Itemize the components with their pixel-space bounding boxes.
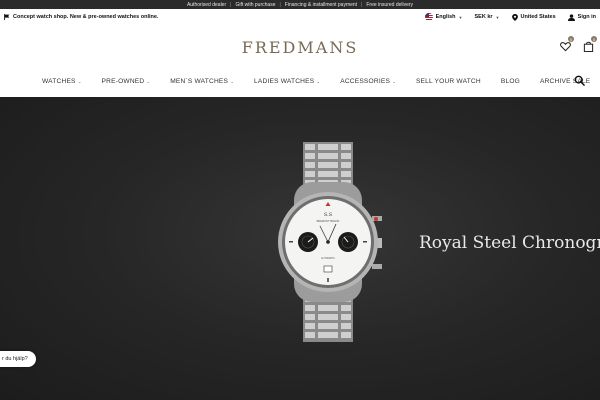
chevron-down-icon: ▼: [495, 14, 500, 20]
shopping-bag-icon: [583, 41, 594, 53]
country-selector[interactable]: United States: [511, 13, 556, 21]
watch-image: S.S BREMONT BRAND AUTOMATIC: [278, 142, 382, 342]
announcement-item: Authorised dealer: [186, 1, 227, 8]
main-navigation: WATCHES ⌄ PRE-OWNED ⌄ MEN´S WATCHES ⌄ LA…: [0, 70, 600, 92]
nav-item-ladies-watches[interactable]: LADIES WATCHES ⌄: [254, 78, 320, 85]
dial-model: AUTOMATIC: [321, 257, 335, 260]
utility-controls: English ▼ SEK kr ▼ United States Sign in: [424, 13, 596, 21]
dial-logo: S.S: [324, 212, 333, 218]
wishlist-button[interactable]: 0: [560, 36, 574, 52]
cart-count-badge: 0: [591, 36, 597, 42]
separator: |: [230, 1, 232, 8]
chevron-down-icon: ⌄: [315, 78, 321, 84]
hero-title: Royal Steel Chronogra: [419, 233, 600, 253]
dial-brand: BREMONT BRAND: [317, 219, 340, 223]
currency-label: SEK kr: [474, 14, 493, 20]
nav-label: PRE-OWNED: [101, 77, 145, 85]
chevron-down-icon: ⌄: [391, 78, 396, 84]
language-selector[interactable]: English ▼: [424, 13, 463, 21]
brand-logo[interactable]: FREDMANS: [0, 38, 600, 57]
announcement-item: Financing & installment payment: [284, 1, 358, 8]
nav-item-sell-your-watch[interactable]: SELL YOUR WATCH: [416, 78, 481, 85]
promo-text: Concept watch shop. New & pre-owned watc…: [13, 14, 159, 20]
utility-bar: Concept watch shop. New & pre-owned watc…: [0, 9, 600, 25]
nav-label: ACCESSORIES: [340, 77, 391, 85]
separator: |: [279, 1, 281, 8]
user-icon: [567, 13, 575, 21]
chevron-down-icon: ⌄: [229, 78, 235, 84]
us-flag-icon: [424, 13, 433, 21]
heart-icon: [560, 42, 571, 52]
nav-label: WATCHES: [42, 77, 76, 85]
flag-icon: [4, 14, 10, 20]
language-label: English: [435, 14, 456, 20]
promo: Concept watch shop. New & pre-owned watc…: [4, 14, 158, 20]
nav-list: WATCHES ⌄ PRE-OWNED ⌄ MEN´S WATCHES ⌄ LA…: [42, 78, 600, 85]
nav-item-watches[interactable]: WATCHES ⌄: [42, 78, 82, 85]
cart-button[interactable]: 0: [583, 36, 597, 53]
search-icon[interactable]: [574, 75, 585, 86]
nav-item-pre-owned[interactable]: PRE-OWNED ⌄: [102, 78, 151, 85]
chevron-down-icon: ▼: [458, 14, 463, 20]
announcement-item: Gift with purchase: [235, 1, 276, 8]
wishlist-count-badge: 0: [568, 36, 574, 42]
announcement-bar: Authorised dealer | Gift with purchase |…: [0, 0, 600, 9]
header-icons: 0 0: [560, 36, 597, 53]
nav-label: MEN´S WATCHES: [170, 77, 229, 85]
currency-selector[interactable]: SEK kr ▼: [474, 14, 499, 20]
nav-label: LADIES WATCHES: [254, 77, 315, 85]
nav-label: SELL YOUR WATCH: [415, 77, 481, 85]
nav-item-mens-watches[interactable]: MEN´S WATCHES ⌄: [170, 78, 234, 85]
separator: |: [361, 1, 363, 8]
hero-banner[interactable]: S.S BREMONT BRAND AUTOMATIC Royal Steel …: [0, 97, 600, 400]
sign-in-link[interactable]: Sign in: [567, 13, 596, 21]
help-label: r du hjälp?: [2, 356, 28, 362]
sign-in-label: Sign in: [577, 14, 596, 20]
announcement-item: Free insured delivery: [366, 1, 414, 8]
chevron-down-icon: ⌄: [145, 78, 151, 84]
chevron-down-icon: ⌄: [76, 78, 82, 84]
location-pin-icon: [511, 13, 518, 21]
country-label: United States: [520, 14, 556, 20]
nav-label: BLOG: [500, 77, 520, 85]
nav-item-blog[interactable]: BLOG: [501, 78, 520, 85]
help-chat-button[interactable]: r du hjälp?: [0, 351, 36, 367]
header: FREDMANS 0 0: [0, 25, 600, 70]
nav-item-accessories[interactable]: ACCESSORIES ⌄: [340, 78, 396, 85]
